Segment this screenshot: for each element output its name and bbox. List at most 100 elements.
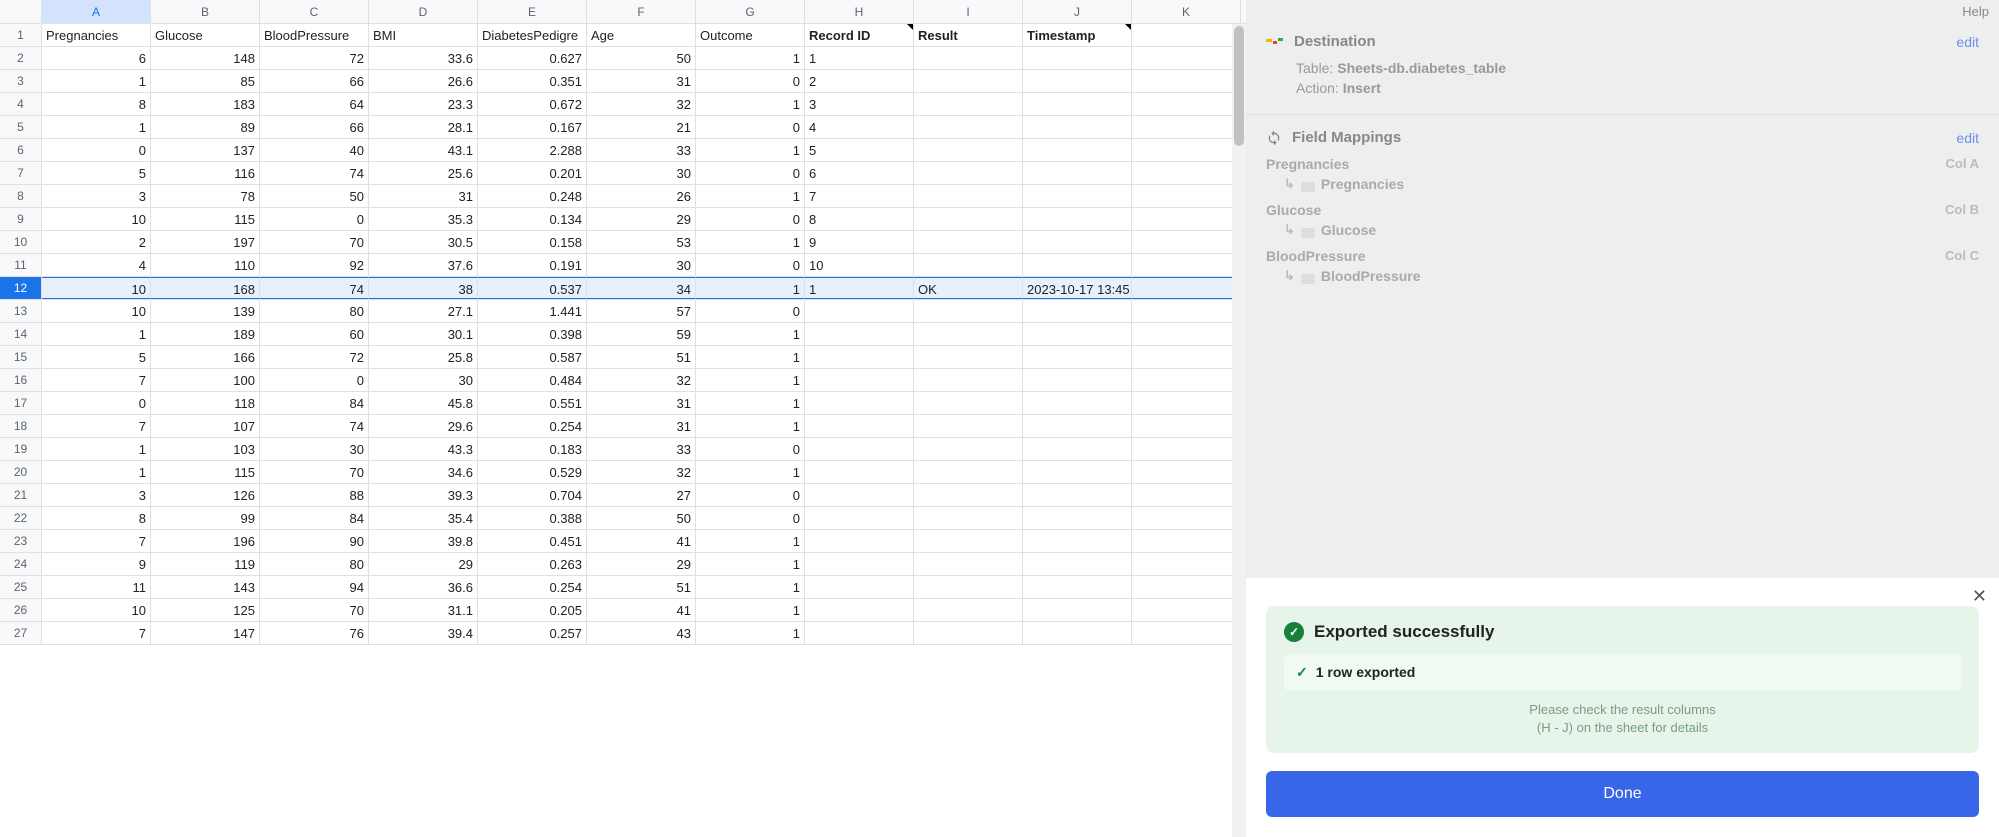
cell[interactable]: 40 — [260, 139, 369, 161]
cell[interactable] — [914, 392, 1023, 414]
cell[interactable] — [1023, 139, 1132, 161]
row-header[interactable]: 16 — [0, 369, 42, 391]
cell[interactable] — [1023, 622, 1132, 644]
cell[interactable]: 25.6 — [369, 162, 478, 184]
cell[interactable]: 126 — [151, 484, 260, 506]
cell[interactable]: 11 — [42, 576, 151, 598]
cell[interactable]: 36.6 — [369, 576, 478, 598]
cell[interactable]: 0 — [696, 116, 805, 138]
cell[interactable]: BloodPressure — [260, 24, 369, 46]
cell[interactable] — [914, 599, 1023, 621]
cell[interactable] — [1132, 93, 1241, 115]
cell[interactable]: 31 — [587, 415, 696, 437]
cell[interactable]: 85 — [151, 70, 260, 92]
vertical-scrollbar[interactable] — [1232, 24, 1246, 837]
cell[interactable]: 100 — [151, 369, 260, 391]
cell[interactable]: 31 — [587, 392, 696, 414]
cell[interactable]: 37.6 — [369, 254, 478, 276]
cell[interactable] — [1132, 323, 1241, 345]
cell[interactable]: 148 — [151, 47, 260, 69]
cell[interactable] — [1132, 231, 1241, 253]
cell[interactable]: 1 — [696, 323, 805, 345]
cell[interactable]: 34 — [587, 277, 696, 299]
cell[interactable] — [914, 415, 1023, 437]
column-header-B[interactable]: B — [151, 0, 260, 23]
cell[interactable] — [1023, 392, 1132, 414]
cell[interactable]: 39.8 — [369, 530, 478, 552]
cell[interactable] — [1023, 116, 1132, 138]
cell[interactable]: 10 — [42, 208, 151, 230]
cell[interactable]: 1 — [696, 346, 805, 368]
cell[interactable]: 29 — [369, 553, 478, 575]
cell[interactable] — [1132, 576, 1241, 598]
row-header[interactable]: 24 — [0, 553, 42, 575]
cell[interactable]: 143 — [151, 576, 260, 598]
cell[interactable]: 27.1 — [369, 300, 478, 322]
cell[interactable]: 0.351 — [478, 70, 587, 92]
done-button[interactable]: Done — [1266, 771, 1979, 817]
cell[interactable]: 34.6 — [369, 461, 478, 483]
cell[interactable]: 39.3 — [369, 484, 478, 506]
cell[interactable] — [1023, 231, 1132, 253]
cell[interactable] — [1132, 599, 1241, 621]
cell[interactable]: 1 — [696, 622, 805, 644]
cell[interactable]: 147 — [151, 622, 260, 644]
cell[interactable]: 90 — [260, 530, 369, 552]
row-header[interactable]: 18 — [0, 415, 42, 437]
cell[interactable]: 1 — [696, 231, 805, 253]
cell[interactable]: 1 — [696, 461, 805, 483]
cell[interactable] — [1132, 553, 1241, 575]
cell[interactable]: 1 — [42, 461, 151, 483]
row-header[interactable]: 6 — [0, 139, 42, 161]
cell[interactable]: 1 — [42, 323, 151, 345]
cell[interactable] — [1023, 323, 1132, 345]
cell[interactable]: 43 — [587, 622, 696, 644]
cell[interactable]: 118 — [151, 392, 260, 414]
cell[interactable] — [1132, 70, 1241, 92]
cell[interactable]: 35.3 — [369, 208, 478, 230]
cell[interactable] — [914, 346, 1023, 368]
cell[interactable] — [914, 553, 1023, 575]
cell[interactable] — [1132, 300, 1241, 322]
cell[interactable] — [1023, 415, 1132, 437]
cell[interactable]: 33 — [587, 438, 696, 460]
cell[interactable]: 0 — [696, 254, 805, 276]
cell[interactable] — [1132, 277, 1241, 299]
cell[interactable] — [805, 438, 914, 460]
column-header-D[interactable]: D — [369, 0, 478, 23]
cell[interactable]: 51 — [587, 576, 696, 598]
cell[interactable]: 31 — [587, 70, 696, 92]
cell[interactable]: 107 — [151, 415, 260, 437]
cell[interactable]: 2 — [42, 231, 151, 253]
cell[interactable]: 0.451 — [478, 530, 587, 552]
cell[interactable] — [805, 392, 914, 414]
cell[interactable]: 1 — [696, 47, 805, 69]
cell[interactable] — [1132, 438, 1241, 460]
cell[interactable]: 196 — [151, 530, 260, 552]
cell[interactable]: 74 — [260, 277, 369, 299]
cell[interactable]: 7 — [42, 415, 151, 437]
cell[interactable]: 1 — [805, 47, 914, 69]
cell[interactable]: 88 — [260, 484, 369, 506]
row-header[interactable]: 5 — [0, 116, 42, 138]
cell[interactable]: 0 — [260, 369, 369, 391]
cell[interactable] — [1132, 24, 1241, 46]
cell[interactable]: 33 — [587, 139, 696, 161]
cell[interactable] — [1132, 369, 1241, 391]
cell[interactable] — [1132, 507, 1241, 529]
cell[interactable] — [805, 461, 914, 483]
cell[interactable]: 0.587 — [478, 346, 587, 368]
cell[interactable]: 0.551 — [478, 392, 587, 414]
cell[interactable]: 89 — [151, 116, 260, 138]
cell[interactable]: 1 — [42, 70, 151, 92]
cell[interactable]: 0.191 — [478, 254, 587, 276]
cell[interactable]: 26.6 — [369, 70, 478, 92]
cell[interactable]: 5 — [42, 346, 151, 368]
cell[interactable]: 32 — [587, 93, 696, 115]
cell[interactable] — [1132, 530, 1241, 552]
cell[interactable]: 1 — [696, 392, 805, 414]
cell[interactable]: 1 — [696, 139, 805, 161]
cell[interactable]: 29 — [587, 553, 696, 575]
cell[interactable]: 0.537 — [478, 277, 587, 299]
cell[interactable]: 7 — [805, 185, 914, 207]
